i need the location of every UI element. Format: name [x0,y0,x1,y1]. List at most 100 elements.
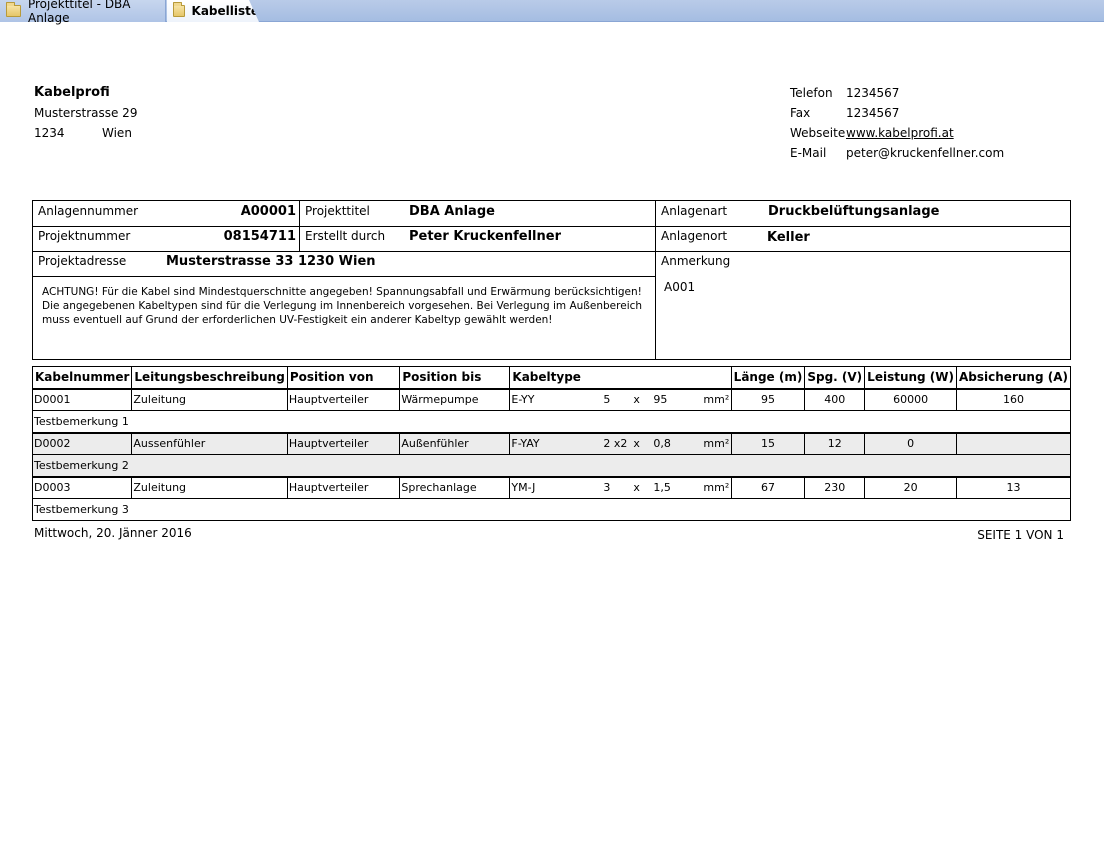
tab-kabelliste[interactable]: Kabelliste [167,0,259,22]
folder-icon [6,2,21,17]
col-header: Leitungsbeschreibung [131,366,288,390]
projektadresse-label: Projektadresse [38,254,127,268]
kabeltype-name: YM-J [511,481,536,495]
col-header: Position von [286,366,400,390]
fax-label: Fax [790,106,811,120]
table-row[interactable]: D0003 Zuleitung Hauptverteiler Sprechanl… [31,475,1071,499]
kabeltype-unit: mm² [703,437,730,451]
cell-kabeltype: YM-J 3 x 1,5 mm² [509,475,732,499]
table-row[interactable]: D0002 Aussenfühler Hauptverteiler Außenf… [31,431,1071,455]
anlagenart-value: Druckbelüftungsanlage [768,204,940,219]
projekttitel-label: Projekttitel [305,204,370,218]
company-name: Kabelprofi [34,85,110,100]
col-header: Spg. (V) [804,366,865,390]
mail-value: peter@kruckenfellner.com [846,146,1005,160]
company-street: Musterstrasse 29 [34,106,138,120]
anmerkung-value: A001 [664,280,696,294]
project-info-box: Anlagennummer A00001 Projekttitel DBA An… [32,200,1071,360]
projekttitel-value: DBA Anlage [409,204,495,219]
cell-absicherung: 160 [956,387,1071,411]
cell-bemerkung: Testbemerkung 2 [32,454,1071,477]
footer-date: Mittwoch, 20. Jänner 2016 [34,526,192,540]
cell-leistung: 0 [864,431,957,455]
kabeltype-cores: 2 x2 [603,437,628,451]
anlagenort-value: Keller [767,230,810,245]
cell-bis: Sprechanlage [399,475,510,499]
company-address: Kabelprofi Musterstrasse 29 1234 Wien [34,83,137,143]
cell-kabeltype: E-YY 5 x 95 mm² [509,387,732,411]
anmerkung-label: Anmerkung [661,254,731,268]
remark-row: Testbemerkung 3 [32,498,1071,521]
cell-spannung: 12 [804,431,865,455]
folder-icon [173,2,185,17]
kabeltype-x: x [633,481,640,495]
cell-beschreibung: Zuleitung [131,387,288,411]
tab-label: Kabelliste [191,4,259,18]
cell-beschreibung: Aussenfühler [131,431,288,455]
col-header: Kabeltype [509,366,732,390]
tab-projekttitel[interactable]: Projekttitel - DBA Anlage [0,0,166,25]
cell-laenge: 67 [730,475,805,499]
kabeltype-unit: mm² [703,393,730,407]
cell-spannung: 230 [804,475,865,499]
cell-kabeltype: F-YAY 2 x2 x 0,8 mm² [509,431,732,455]
footer-page-number: SEITE 1 VON 1 [977,528,1064,542]
cell-leistung: 20 [864,475,957,499]
projektnummer-value: 08154711 [223,229,296,244]
kabeltype-cores: 5 [603,393,611,407]
col-header: Leistung (W) [864,366,957,390]
projektnummer-label: Projektnummer [38,229,131,243]
website-link[interactable]: www.kabelprofi.at [846,123,954,143]
mail-label: E-Mail [790,146,827,160]
kabeltype-name: E-YY [511,393,535,407]
col-header: Länge (m) [730,366,805,390]
anlagennummer-label: Anlagennummer [38,204,139,218]
cell-von: Hauptverteiler [286,475,400,499]
cell-bis: Außenfühler [399,431,510,455]
kabeltype-section: 1,5 [653,481,671,495]
phone-label: Telefon [790,86,833,100]
cell-spannung: 400 [804,387,865,411]
cell-von: Hauptverteiler [286,431,400,455]
cell-kabelnummer: D0003 [31,475,132,499]
cell-kabelnummer: D0002 [31,431,132,455]
anlagennummer-value: A00001 [240,204,296,219]
col-header: Position bis [399,366,510,390]
kabeltype-x: x [633,393,640,407]
notice-text: ACHTUNG! Für die Kabel sind Mindestquers… [42,286,643,326]
col-header: Absicherung (A) [956,366,1071,390]
cell-bemerkung: Testbemerkung 3 [32,498,1071,521]
erstellt-label: Erstellt durch [305,229,386,243]
kabeltype-name: F-YAY [511,437,540,451]
tab-bar: Projekttitel - DBA Anlage Kabelliste [0,0,1104,25]
cell-absicherung [956,431,1071,455]
cell-von: Hauptverteiler [286,387,400,411]
company-contact: Telefon 1234567 Fax 1234567 Webseite www.ka… [790,83,1004,163]
table-row[interactable]: D0001 Zuleitung Hauptverteiler Wärmepump… [31,387,1071,411]
projektadresse-value: Musterstrasse 33 1230 Wien [166,254,376,269]
tab-label: Projekttitel - DBA Anlage [27,0,131,25]
cell-kabelnummer: D0001 [31,387,132,411]
remark-row: Testbemerkung 1 [32,410,1071,433]
kabeltype-cores: 3 [603,481,611,495]
phone-value: 1234567 [846,86,900,100]
cell-beschreibung: Zuleitung [131,475,288,499]
cell-bis: Wärmepumpe [399,387,510,411]
anlagenort-label: Anlagenort [661,229,728,243]
cell-laenge: 95 [730,387,805,411]
kabeltype-section: 95 [653,393,668,407]
company-zip: 1234 [34,126,65,140]
remark-row: Testbemerkung 2 [32,454,1071,477]
kabeltype-x: x [633,437,640,451]
fax-value: 1234567 [846,106,900,120]
cell-laenge: 15 [730,431,805,455]
cable-table: Kabelnummer Leitungsbeschreibung Positio… [31,366,1071,521]
col-header: Kabelnummer [31,366,132,390]
web-label: Webseite [790,126,846,140]
table-header-row: Kabelnummer Leitungsbeschreibung Positio… [31,366,1071,390]
kabeltype-unit: mm² [703,481,730,495]
cell-absicherung: 13 [956,475,1071,499]
erstellt-value: Peter Kruckenfellner [409,229,561,244]
kabeltype-section: 0,8 [653,437,671,451]
company-city: Wien [102,126,132,140]
